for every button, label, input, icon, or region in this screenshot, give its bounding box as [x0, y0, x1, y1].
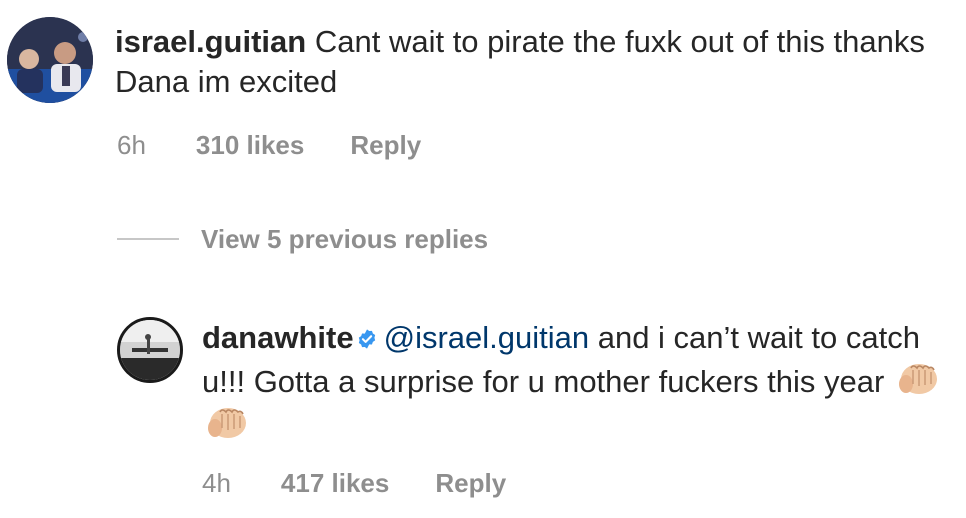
- reply-username[interactable]: danawhite: [202, 320, 354, 355]
- divider-line: [117, 238, 179, 240]
- reply-meta: 4h 417 likes Reply: [202, 466, 506, 500]
- reply-likes-count[interactable]: 417 likes: [281, 466, 389, 500]
- verified-badge-icon: [358, 329, 375, 349]
- view-previous-replies-label: View 5 previous replies: [201, 224, 489, 254]
- reply-reply-button[interactable]: Reply: [435, 466, 506, 500]
- comment-timestamp[interactable]: 6h: [117, 128, 146, 162]
- reply-text: danawhite @israel.guitian and i can’t wa…: [202, 318, 952, 446]
- comment-likes-count[interactable]: 310 likes: [196, 128, 304, 162]
- oncoming-fist-emoji-icon: [898, 364, 937, 394]
- comment-reply-button[interactable]: Reply: [350, 128, 421, 162]
- reply-timestamp[interactable]: 4h: [202, 466, 231, 500]
- comment-username[interactable]: israel.guitian: [115, 24, 306, 59]
- avatar-photo: [7, 17, 93, 103]
- avatar[interactable]: [117, 317, 183, 383]
- reply-mention-link[interactable]: @israel.guitian: [384, 320, 590, 355]
- comment-meta: 6h 310 likes Reply: [117, 128, 421, 162]
- avatar-photo: [120, 320, 180, 380]
- comment-text: israel.guitian Cant wait to pirate the f…: [115, 22, 955, 102]
- oncoming-fist-emoji-icon: [208, 408, 246, 438]
- avatar[interactable]: [7, 17, 93, 103]
- view-previous-replies-button[interactable]: View 5 previous replies: [117, 222, 488, 256]
